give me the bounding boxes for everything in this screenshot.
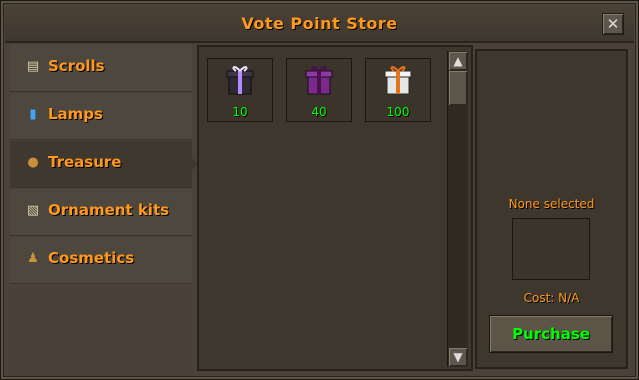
item-details-panel: None selected Cost: N/A Purchase (475, 49, 628, 369)
sidebar-item-label: Ornament kits (48, 201, 170, 219)
scroll-down-button[interactable]: ▼ (449, 348, 467, 366)
sidebar-item-label: Scrolls (48, 57, 105, 75)
sidebar-item-lamps[interactable]: ▮ Lamps (10, 93, 192, 140)
scrollbar-thumb[interactable] (449, 71, 467, 105)
sidebar-item-label: Lamps (48, 105, 103, 123)
item-scrollbar[interactable]: ▲ ▼ (447, 51, 468, 367)
purple-gift-icon (305, 66, 333, 95)
close-icon: ✕ (606, 15, 620, 33)
sidebar-item-treasure[interactable]: ● Treasure (10, 141, 198, 188)
title-bar: Vote Point Store ✕ (5, 5, 634, 43)
white-orange-gift-icon (384, 66, 412, 95)
arrow-up-icon: ▲ (453, 54, 463, 68)
cost-label: Cost: N/A (523, 291, 580, 305)
item-grid: 10 40 100 (197, 45, 473, 371)
sidebar-item-label: Cosmetics (48, 249, 135, 267)
scroll-up-button[interactable]: ▲ (449, 52, 467, 70)
vote-store-window: Vote Point Store ✕ ▤ Scrolls ▮ Lamps ● T… (0, 0, 639, 380)
sidebar-item-scrolls[interactable]: ▤ Scrolls (10, 45, 192, 92)
sidebar-item-ornament-kits[interactable]: ▧ Ornament kits (10, 189, 192, 236)
sidebar-item-label: Treasure (48, 153, 122, 171)
category-sidebar: ▤ Scrolls ▮ Lamps ● Treasure ▧ Ornament … (10, 45, 198, 367)
parchment-icon: ▧ (26, 203, 40, 218)
scroll-icon: ▤ (26, 59, 40, 74)
selection-label: None selected (508, 197, 595, 211)
arrow-down-icon: ▼ (453, 350, 463, 364)
bar-chart-icon: ▮ (29, 107, 37, 122)
close-button[interactable]: ✕ (602, 13, 624, 35)
purchase-button[interactable]: Purchase (489, 315, 613, 353)
figure-icon: ♟ (27, 251, 39, 266)
store-item-slot[interactable]: 40 (286, 58, 352, 122)
item-price: 40 (311, 105, 327, 119)
window-title: Vote Point Store (241, 14, 398, 33)
item-price: 100 (386, 105, 410, 119)
store-item-slot[interactable]: 10 (207, 58, 273, 122)
store-item-slot[interactable]: 100 (365, 58, 431, 122)
item-price: 10 (232, 105, 248, 119)
coin-pouch-icon: ● (27, 155, 39, 170)
purple-white-gift-icon (226, 66, 254, 95)
item-preview-box (512, 218, 590, 280)
sidebar-item-cosmetics[interactable]: ♟ Cosmetics (10, 237, 192, 284)
